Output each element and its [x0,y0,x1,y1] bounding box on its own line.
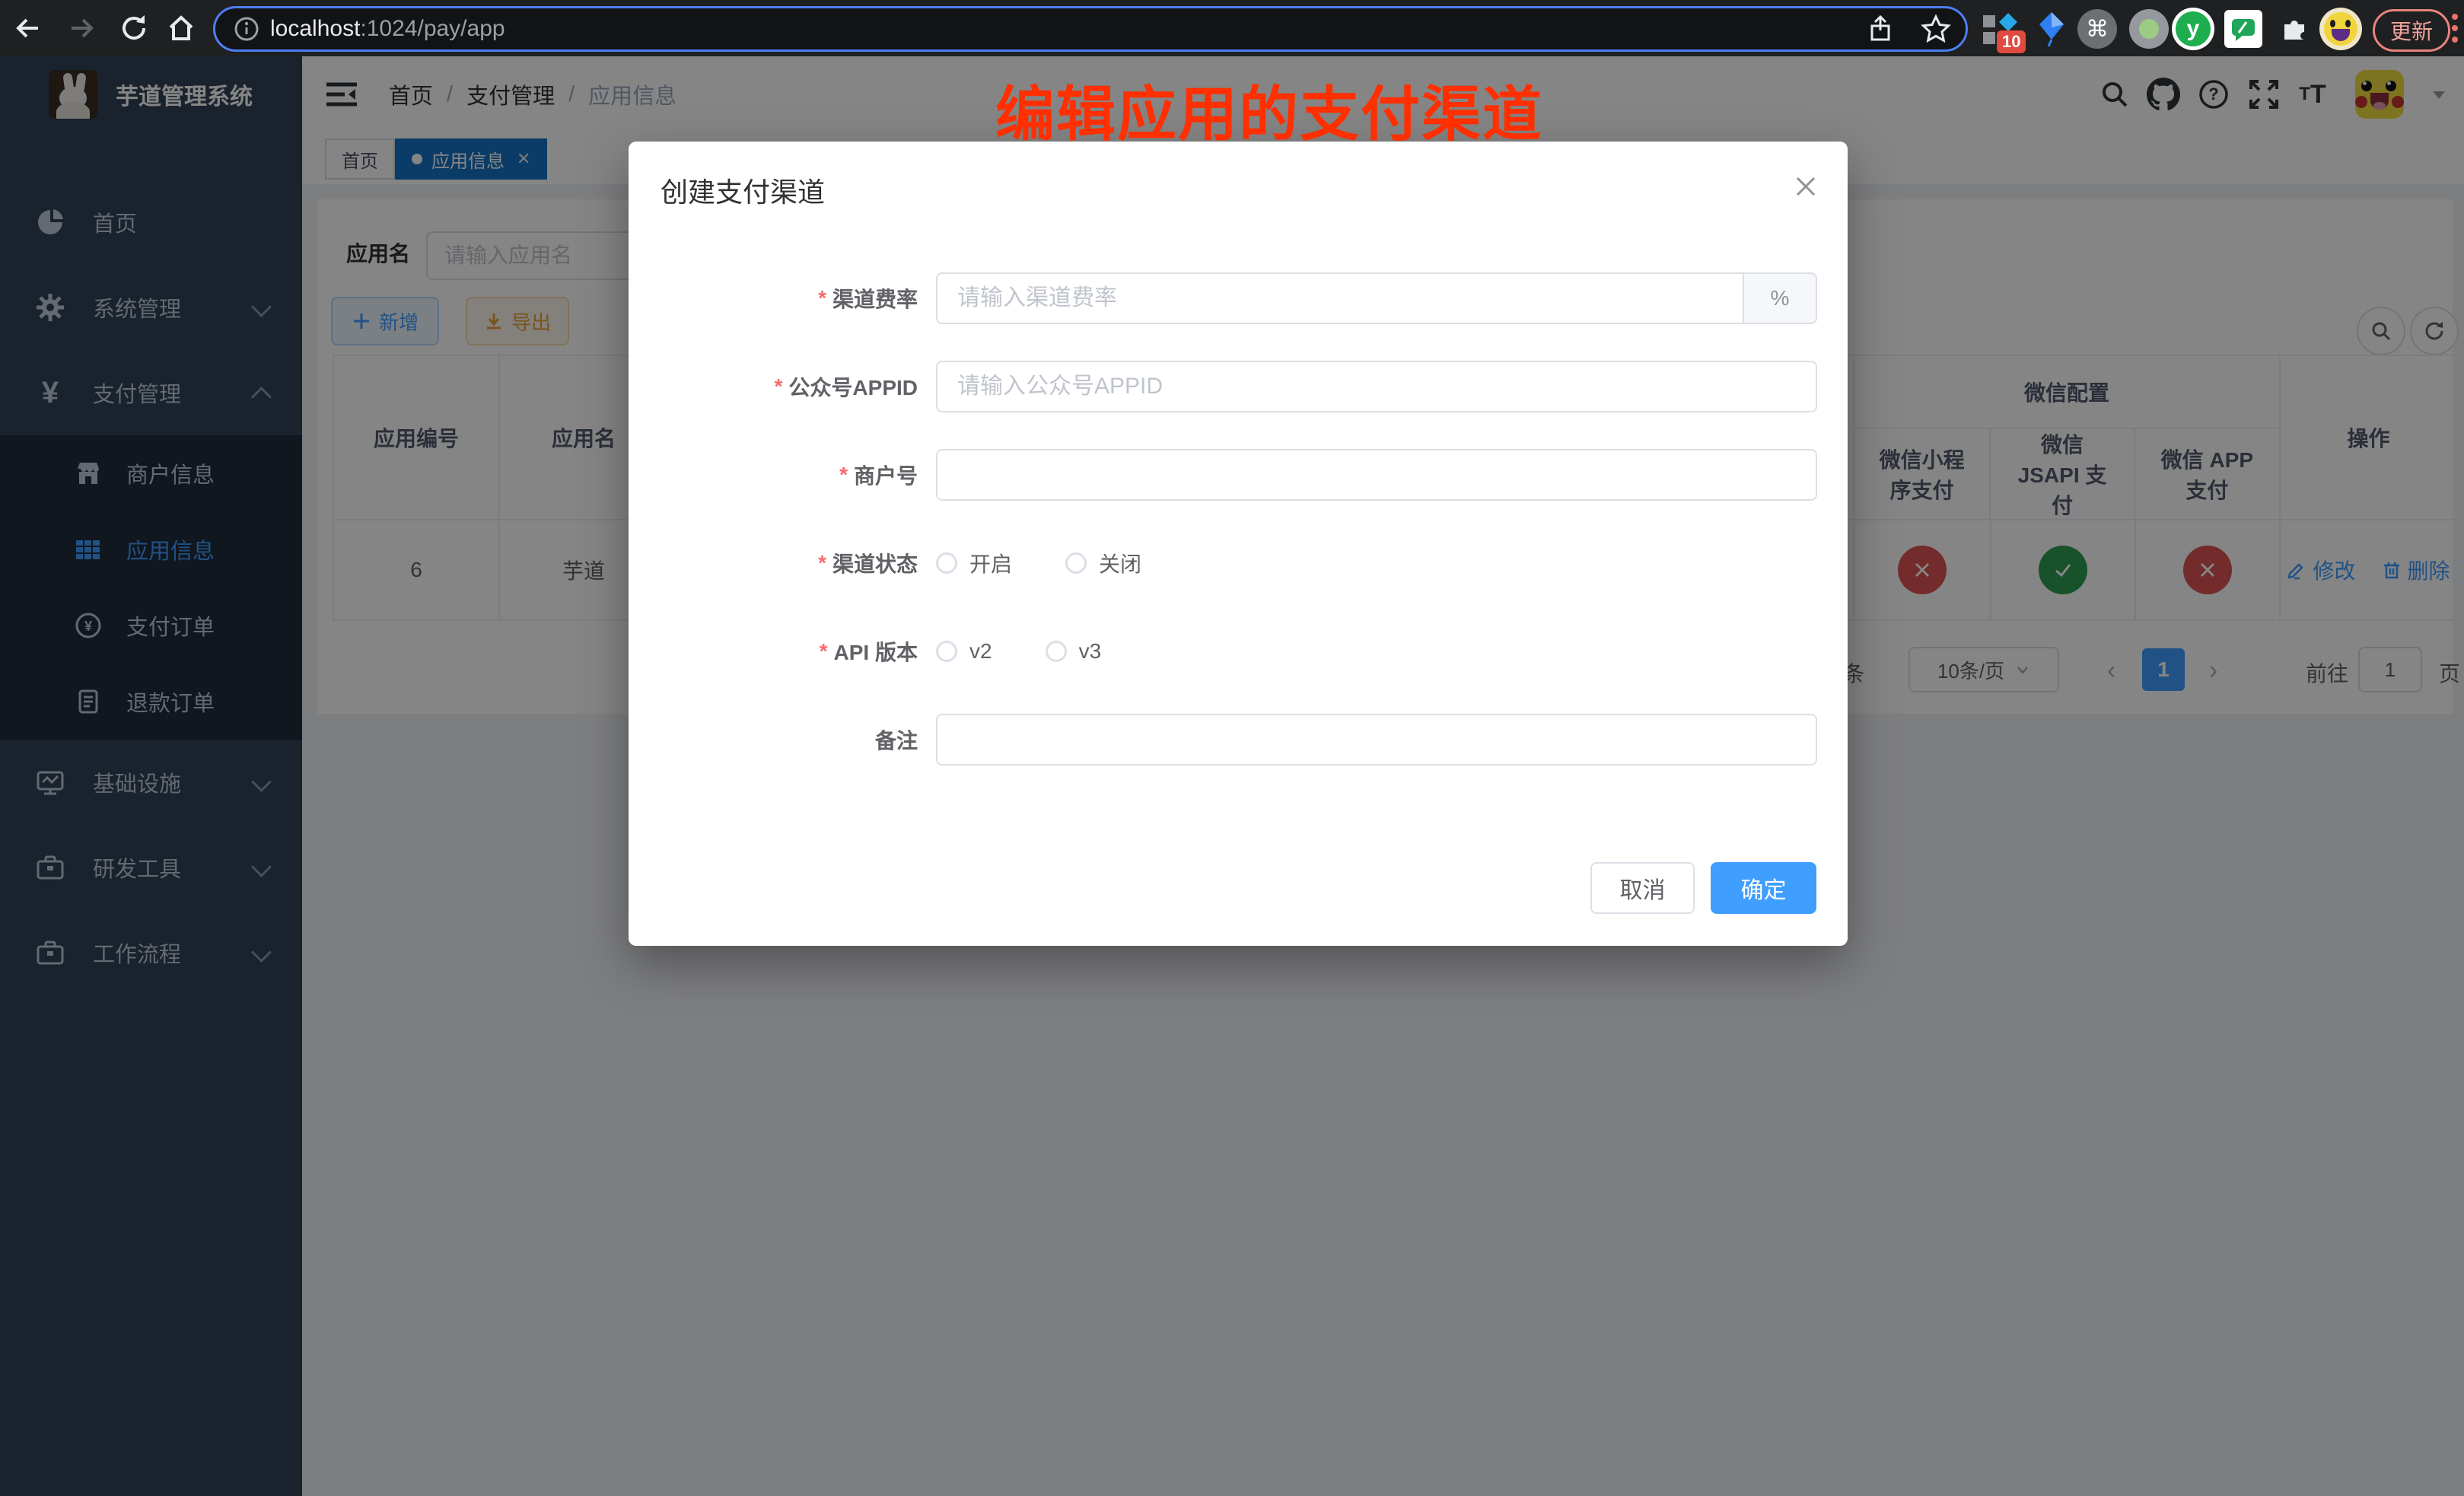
radio-circle-icon [936,641,957,662]
dialog-title: 创建支付渠道 [661,170,825,210]
browser-chrome: localhost:1024/pay/app 10 ⌘ y [0,0,2464,56]
status-field-label: *渠道状态 [629,537,918,589]
url-bar[interactable]: localhost:1024/pay/app [213,6,1968,52]
extension-record-icon[interactable] [2128,8,2170,50]
appid-field-label: *公众号APPID [629,361,918,412]
extension-tabs-icon[interactable]: 10 [1979,8,2021,50]
radio-circle-icon [936,552,957,574]
dialog-close-icon[interactable] [1793,173,1819,199]
radio-circle-icon [1065,552,1087,574]
extension-y-icon[interactable]: y [2172,8,2214,50]
extension-command-icon[interactable]: ⌘ [2076,8,2119,50]
browser-update-button[interactable]: 更新 [2373,9,2450,52]
remark-field-label: 备注 [629,714,918,766]
extension-puzzle-icon[interactable] [2274,8,2316,50]
create-channel-dialog: 创建支付渠道 *渠道费率 % *公众号APPID *商户号 *渠道状态 开启 关… [629,142,1848,946]
url-path: :1024/pay/app [360,16,505,41]
extension-emoji-icon[interactable] [2319,8,2362,50]
extension-badge: 10 [1997,30,2026,53]
radio-circle-icon [1046,641,1067,662]
status-radio-on[interactable]: 开启 [936,548,1012,578]
extension-kite-icon[interactable] [2030,8,2073,50]
annotation-text: 编辑应用的支付渠道 [995,67,1543,152]
api-field-label: *API 版本 [629,625,918,677]
merchant-input[interactable] [936,449,1817,501]
bookmark-star-icon[interactable] [1920,13,1952,45]
browser-menu-icon[interactable] [2452,14,2458,43]
share-icon[interactable] [1865,14,1896,44]
browser-home-button[interactable] [161,8,201,48]
extension-chat-icon[interactable] [2222,8,2265,50]
merchant-field-label: *商户号 [629,449,918,501]
browser-forward-button[interactable] [62,8,102,48]
rate-input-group: % [936,272,1817,324]
rate-input[interactable] [936,272,1743,324]
status-radio-off[interactable]: 关闭 [1065,548,1141,578]
remark-input[interactable] [936,714,1817,766]
site-info-icon[interactable] [234,16,259,42]
browser-back-button[interactable] [8,8,47,48]
api-radio-v3[interactable]: v3 [1046,639,1102,664]
confirm-button[interactable]: 确定 [1711,862,1816,914]
rate-field-label: *渠道费率 [629,272,918,324]
url-host: localhost [270,16,360,41]
cancel-button[interactable]: 取消 [1590,862,1695,914]
appid-input[interactable] [936,361,1817,412]
browser-reload-button[interactable] [114,8,154,48]
status-radio-group: 开启 关闭 [936,537,1195,589]
api-radio-v2[interactable]: v2 [936,639,992,664]
rate-suffix: % [1743,272,1817,324]
api-radio-group: v2 v3 [936,625,1154,677]
